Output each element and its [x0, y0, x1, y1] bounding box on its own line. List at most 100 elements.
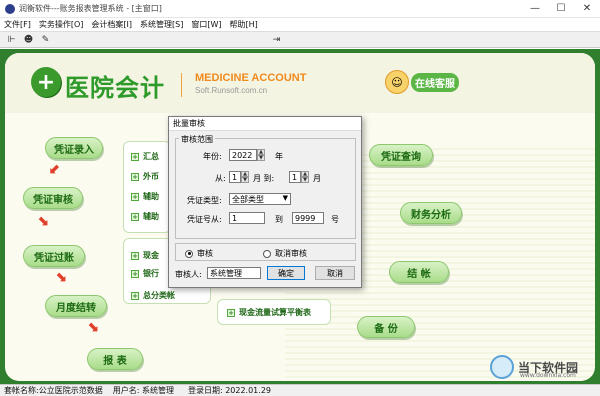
financial-analysis-button[interactable]: 财务分析 — [400, 202, 462, 224]
minimize-icon[interactable]: — — [522, 0, 548, 17]
radio-selected-icon — [185, 249, 193, 258]
month-from-value[interactable]: 1 — [229, 171, 241, 183]
month-to-value[interactable]: 1 — [289, 171, 301, 183]
year-spin-buttons[interactable]: ▲ ▼ — [257, 149, 265, 161]
year-label: 年份: — [203, 152, 222, 161]
reviewer-label: 审核人: — [175, 270, 202, 279]
menu-archive[interactable]: 会计档案[I] — [87, 19, 136, 30]
voucher-number-label: 凭证号从: — [187, 215, 222, 224]
window-title: 润衡软件---账务报表管理系统 - [主窗口] — [19, 4, 162, 13]
general-ledger-item[interactable]: + 总分类帐 — [131, 290, 175, 301]
spin-down-icon[interactable]: ▼ — [301, 177, 309, 183]
flow-arrow-icon: ⬋ — [49, 161, 61, 177]
watermark: 当下软件园 www.downxia.com — [490, 352, 594, 382]
toolbar: ⊩ ☻ ✎ ⇥ — [0, 32, 600, 48]
login-date-status: 登录日期: 2022.01.29 — [187, 386, 271, 395]
ok-button[interactable]: 确定 — [267, 266, 305, 280]
edit-icon[interactable]: ✎ — [40, 34, 51, 45]
voucher-post-button[interactable]: 凭证过账 — [23, 245, 85, 267]
batch-review-dialog: 批量审核 审核范围 年份: 2022 ▲ ▼ 年 从: 1 ▲ ▼ 月 到: 1 ▲… — [168, 116, 362, 288]
plus-icon: + — [131, 152, 139, 161]
voucher-type-value: 全部类型 — [232, 194, 264, 204]
menu-window[interactable]: 窗口[W] — [187, 19, 225, 30]
plus-icon: + — [227, 308, 235, 317]
flow-arrow-icon: ⬊ — [55, 269, 67, 285]
plus-icon: + — [131, 291, 139, 300]
bank-journal-item[interactable]: + 银行 — [131, 268, 159, 279]
voucher-number-to-input[interactable]: 9999 — [292, 212, 324, 224]
plus-icon: + — [131, 251, 139, 260]
brand-url: Soft.Runsoft.com.cn — [195, 86, 268, 95]
plus-icon: + — [131, 212, 139, 221]
window-controls: — ☐ ✕ — [522, 0, 600, 17]
month-from-label: 从: — [215, 174, 226, 183]
brand-name-cn: 医院会计 — [65, 74, 165, 102]
cashflow-balance-item[interactable]: + 现金流量试算平衡表 — [227, 307, 311, 318]
plus-icon: + — [131, 172, 139, 181]
month-from-spin-buttons[interactable]: ▲ ▼ — [241, 171, 249, 183]
tree-icon[interactable]: ⊩ — [6, 34, 17, 45]
service-avatar-icon: ☺ — [385, 70, 409, 94]
year-spinner[interactable]: 2022 ▲ ▼ — [229, 149, 265, 161]
auxiliary-item-2[interactable]: + 辅助 — [131, 211, 159, 222]
voucher-review-button[interactable]: 凭证审核 — [23, 187, 83, 209]
flow-arrow-icon: ⬊ — [37, 213, 49, 229]
plus-icon: + — [131, 192, 139, 201]
summary-item[interactable]: + 汇总 — [131, 151, 159, 162]
flow-arrow-icon: ⬊ — [87, 319, 99, 335]
voucher-number-from-input[interactable]: 1 — [229, 212, 265, 224]
review-radio[interactable]: 审核 — [185, 248, 213, 259]
brand-name-en: MEDICINE ACCOUNT — [195, 72, 307, 84]
voucher-entry-button[interactable]: 凭证录入 — [45, 137, 103, 159]
user-status: 用户名: 系统管理 — [112, 386, 174, 395]
menu-system[interactable]: 系统管理[S] — [136, 19, 187, 30]
close-icon[interactable]: ✕ — [574, 0, 600, 17]
chevron-down-icon[interactable]: ▼ — [283, 194, 288, 202]
reviewer-input[interactable]: 系统管理 — [207, 267, 261, 279]
backup-button[interactable]: 备 份 — [357, 316, 415, 338]
status-bar: 套帐名称:公立医院示范数据 用户名: 系统管理 登录日期: 2022.01.29 — [0, 384, 600, 396]
review-range-label: 审核范围 — [179, 134, 215, 145]
exit-icon[interactable]: ⇥ — [271, 34, 282, 45]
cancel-button[interactable]: 取消 — [315, 266, 355, 280]
spin-down-icon[interactable]: ▼ — [241, 177, 249, 183]
voucher-type-select[interactable]: 全部类型 ▼ — [229, 193, 291, 205]
month-close-button[interactable]: 月度结转 — [45, 295, 107, 317]
spin-down-icon[interactable]: ▼ — [257, 155, 265, 161]
month-to-label: 月 到: — [253, 174, 275, 183]
year-unit: 年 — [275, 152, 283, 161]
month-to-spinner[interactable]: 1 ▲ ▼ — [289, 171, 309, 183]
year-value[interactable]: 2022 — [229, 149, 257, 161]
cancel-review-radio[interactable]: 取消审核 — [263, 248, 307, 259]
month-to-spin-buttons[interactable]: ▲ ▼ — [301, 171, 309, 183]
voucher-number-unit: 号 — [331, 215, 339, 224]
account-set-status: 套帐名称:公立医院示范数据 — [4, 386, 103, 395]
plus-icon: + — [131, 269, 139, 278]
voucher-type-label: 凭证类型: — [187, 196, 222, 205]
dialog-title: 批量审核 — [169, 117, 361, 131]
menu-bar: 文件[F] 实务操作[O] 会计档案[I] 系统管理[S] 窗口[W] 帮助[H… — [0, 18, 600, 32]
title-bar: 润衡软件---账务报表管理系统 - [主窗口] — ☐ ✕ — [0, 0, 600, 18]
radio-unselected-icon — [263, 249, 271, 258]
closing-button[interactable]: 结 帐 — [389, 261, 449, 283]
auxiliary-item-1[interactable]: + 辅助 — [131, 191, 159, 202]
brand-divider — [181, 73, 182, 97]
menu-help[interactable]: 帮助[H] — [225, 19, 261, 30]
online-service-label: 在线客服 — [411, 72, 459, 92]
online-service-button[interactable]: ☺ 在线客服 — [385, 70, 459, 94]
foreign-currency-item[interactable]: + 外币 — [131, 171, 159, 182]
menu-operations[interactable]: 实务操作[O] — [35, 19, 88, 30]
menu-file[interactable]: 文件[F] — [0, 19, 35, 30]
month-unit: 月 — [313, 174, 321, 183]
maximize-icon[interactable]: ☐ — [548, 0, 574, 17]
cash-journal-item[interactable]: + 现金 — [131, 250, 159, 261]
watermark-logo-icon — [490, 355, 514, 379]
voucher-query-button[interactable]: 凭证查询 — [369, 144, 433, 166]
user-icon[interactable]: ☻ — [23, 34, 34, 45]
month-from-spinner[interactable]: 1 ▲ ▼ — [229, 171, 249, 183]
logo-cross-icon: + — [31, 67, 61, 97]
voucher-number-to-label: 到 — [275, 215, 283, 224]
app-icon — [5, 3, 15, 14]
report-button[interactable]: 报 表 — [87, 348, 143, 370]
watermark-url: www.downxia.com — [520, 372, 576, 379]
